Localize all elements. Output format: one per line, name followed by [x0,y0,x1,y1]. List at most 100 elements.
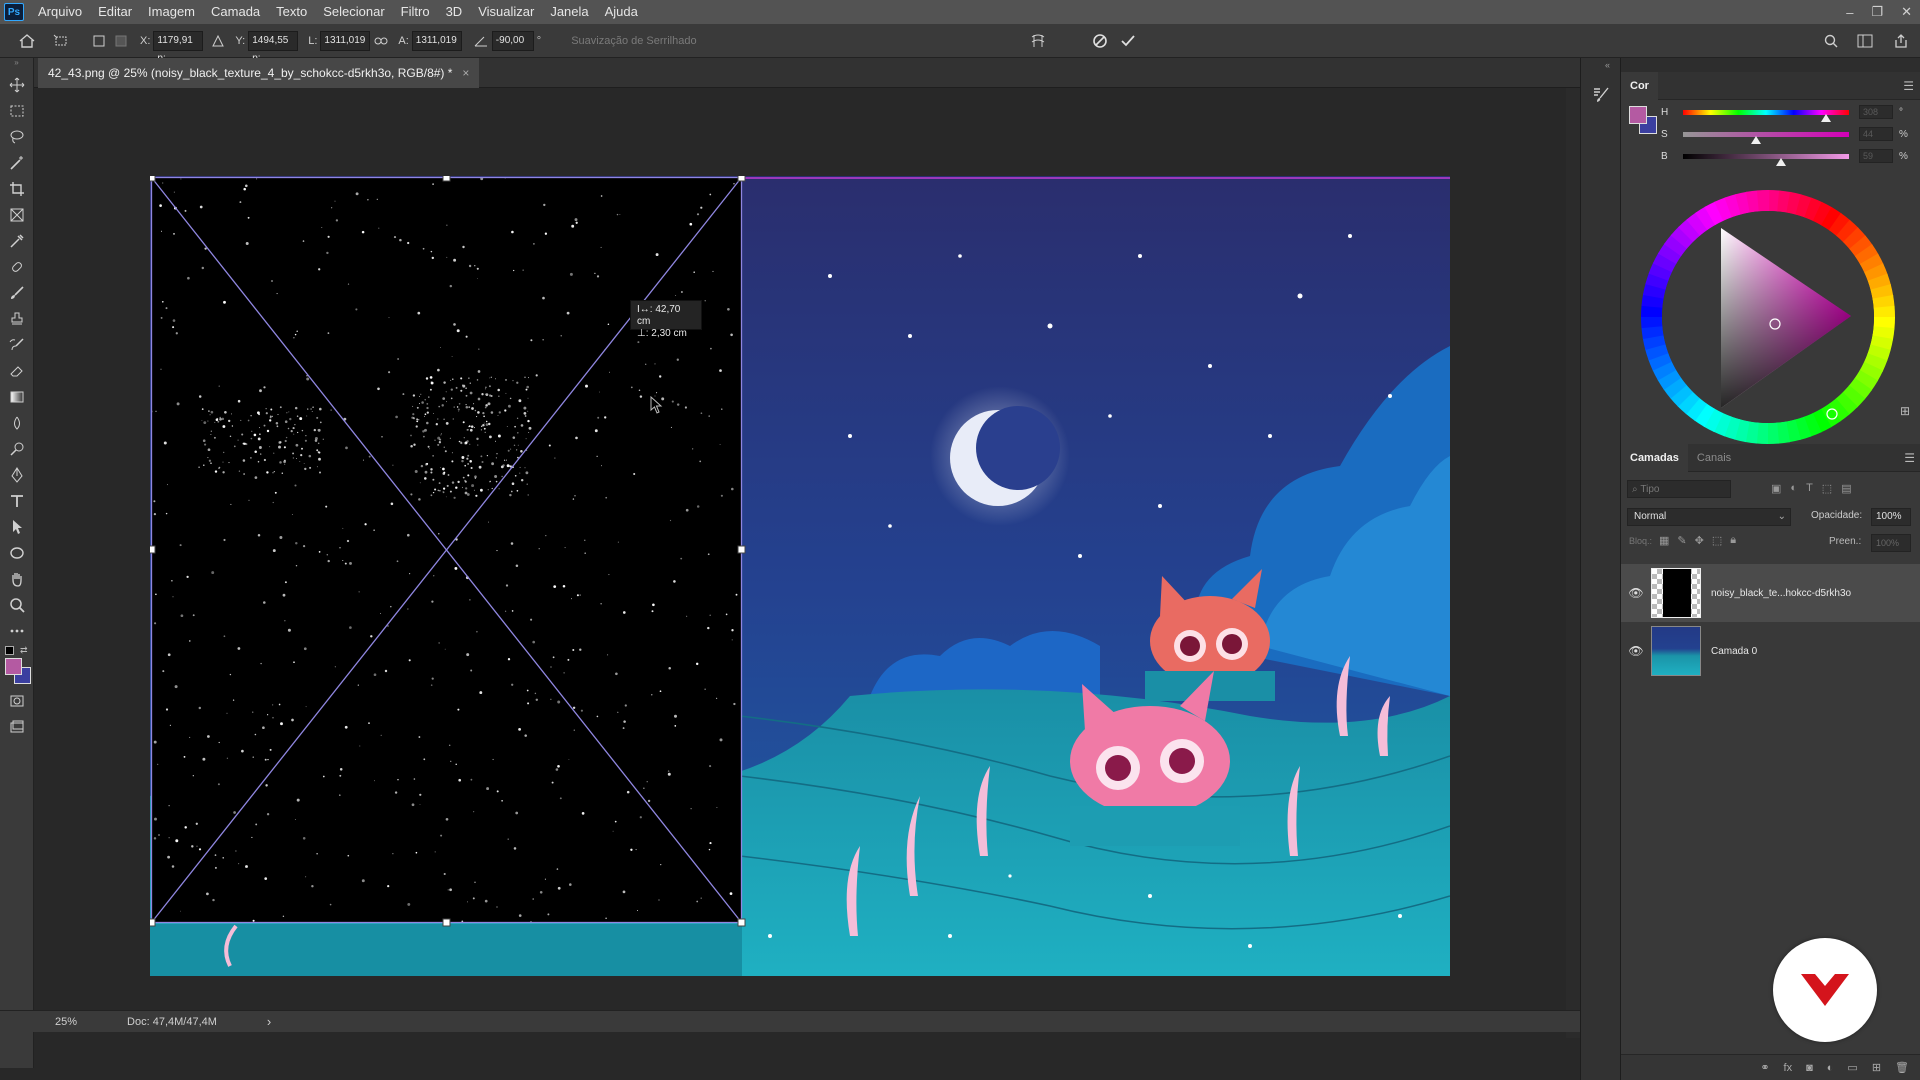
menu-filtro[interactable]: Filtro [393,0,438,24]
close-button[interactable]: ✕ [1901,4,1912,20]
brush-settings-icon[interactable] [1588,82,1614,108]
swap-colors-icon[interactable]: ⇄ [20,645,28,656]
frame-tool-icon[interactable] [0,202,34,228]
tab-camadas[interactable]: Camadas [1621,443,1688,472]
menu-visualizar[interactable]: Visualizar [470,0,542,24]
tab-canais[interactable]: Canais [1688,444,1740,472]
reference-point-icon[interactable] [88,30,110,52]
menu-3d[interactable]: 3D [438,0,471,24]
delete-layer-icon[interactable]: 🗑︎ [1895,1061,1909,1074]
y-position-field[interactable]: 1494,55 p: [248,30,299,64]
foreground-color-swatch[interactable] [5,658,22,675]
clone-stamp-tool-icon[interactable] [0,306,34,332]
menu-imagem[interactable]: Imagem [140,0,203,24]
magic-wand-tool-icon[interactable] [0,150,34,176]
menu-editar[interactable]: Editar [90,0,140,24]
marquee-tool-icon[interactable] [0,98,34,124]
lasso-tool-icon[interactable] [0,124,34,150]
transform-tool-icon[interactable] [50,30,72,52]
collapse-panels-icon[interactable]: « [1581,58,1620,72]
menu-selecionar[interactable]: Selecionar [315,0,392,24]
height-field[interactable]: 1311,019 [411,30,462,51]
path-selection-tool-icon[interactable] [0,514,34,540]
filter-shape-icon[interactable]: ⬚ [1822,482,1832,495]
commit-transform-icon[interactable] [1117,30,1139,52]
new-layer-icon[interactable]: ⊞ [1872,1061,1881,1074]
brush-tool-icon[interactable] [0,280,34,306]
blend-mode-dropdown[interactable]: Normal ⌄ [1627,508,1791,526]
gradient-tool-icon[interactable] [0,384,34,410]
pen-tool-icon[interactable] [0,462,34,488]
menu-texto[interactable]: Texto [268,0,315,24]
share-icon[interactable] [1890,30,1912,52]
x-position-field[interactable]: 1179,91 p: [153,30,204,64]
brightness-field[interactable]: 59 [1859,149,1893,163]
status-arrow-icon[interactable]: › [267,1014,271,1029]
search-icon[interactable] [1820,30,1842,52]
more-tools-icon[interactable] [0,618,34,644]
saturation-slider[interactable] [1683,131,1849,144]
toolbar-collapse-icon[interactable]: » [0,58,33,72]
history-brush-tool-icon[interactable] [0,332,34,358]
brightness-slider[interactable] [1683,153,1849,166]
layer-row[interactable]: 👁︎ Camada 0 [1621,622,1920,680]
eyedropper-tool-icon[interactable] [0,228,34,254]
new-group-icon[interactable]: ▭ [1847,1061,1857,1074]
type-tool-icon[interactable] [0,488,34,514]
add-mask-icon[interactable]: ◙ [1806,1062,1813,1074]
close-tab-icon[interactable]: × [462,66,469,80]
layer-name[interactable]: noisy_black_te...hokcc-d5rkh3o [1711,588,1851,599]
lock-pixels-icon[interactable]: ✎ [1677,534,1686,547]
link-layers-icon[interactable]: ⚭ [1760,1061,1769,1074]
saturation-slider-thumb[interactable] [1751,135,1762,144]
saturation-field[interactable]: 44 [1859,127,1893,141]
ellipse-tool-icon[interactable] [0,540,34,566]
color-panel-menu-icon[interactable]: ☰ [1903,79,1914,93]
canvas[interactable]: I↔: 42,70 cm ⊥: 2,30 cm [150,176,1450,976]
filter-type-icon[interactable]: T [1806,482,1813,495]
lock-position-icon[interactable]: ✥ [1695,534,1704,547]
lock-all-icon[interactable]: 🔒︎ [1730,534,1736,547]
width-field[interactable]: 1311,019 [320,30,371,51]
hue-slider[interactable] [1683,109,1849,122]
blur-tool-icon[interactable] [0,410,34,436]
dodge-tool-icon[interactable] [0,436,34,462]
minimize-button[interactable]: – [1846,5,1853,20]
menu-ajuda[interactable]: Ajuda [597,0,646,24]
home-icon[interactable] [16,30,38,52]
cancel-transform-icon[interactable] [1089,30,1111,52]
menu-janela[interactable]: Janela [542,0,596,24]
transform-bounding-box[interactable] [150,176,750,936]
color-panel-foreground-swatch[interactable] [1629,106,1647,124]
filter-pixel-icon[interactable]: ▣ [1771,482,1781,495]
reference-grid-icon[interactable] [110,30,132,52]
link-icon[interactable] [370,30,392,52]
layers-panel-menu-icon[interactable]: ☰ [1904,451,1915,465]
warp-mode-icon[interactable] [1027,30,1049,52]
hue-slider-thumb[interactable] [1820,113,1831,122]
document-tab[interactable]: 42_43.png @ 25% (noisy_black_texture_4_b… [38,58,480,88]
menu-camada[interactable]: Camada [203,0,268,24]
default-colors-icon[interactable] [5,646,14,655]
eye-icon[interactable]: 👁︎ [1621,586,1651,600]
workspace-icon[interactable] [1854,30,1876,52]
layer-row[interactable]: 👁︎ noisy_black_te...hokcc-d5rkh3o [1621,564,1920,622]
fill-field[interactable]: 100% [1871,534,1911,552]
zoom-tool-icon[interactable] [0,592,34,618]
zoom-level[interactable]: 25% [55,1016,77,1028]
delta-icon[interactable] [207,30,229,52]
angle-field[interactable]: -90,00 [491,30,534,51]
filter-smart-object-icon[interactable]: ▤ [1841,482,1851,495]
layer-style-icon[interactable]: fx [1784,1062,1793,1074]
layer-filter-field[interactable]: ⌕ Tipo [1627,480,1731,498]
restore-button[interactable]: ❐ [1871,4,1883,20]
hand-tool-icon[interactable] [0,566,34,592]
color-wheel[interactable] [1641,190,1895,444]
quick-mask-icon[interactable] [0,688,34,714]
brightness-slider-thumb[interactable] [1775,157,1786,166]
move-tool-icon[interactable] [0,72,34,98]
filter-adjustment-icon[interactable]: ◐ [1790,482,1797,495]
lock-transparency-icon[interactable]: ▦ [1659,534,1669,547]
vertical-scrollbar[interactable] [1566,88,1580,1038]
color-swatches[interactable]: ⇄ [0,644,34,688]
